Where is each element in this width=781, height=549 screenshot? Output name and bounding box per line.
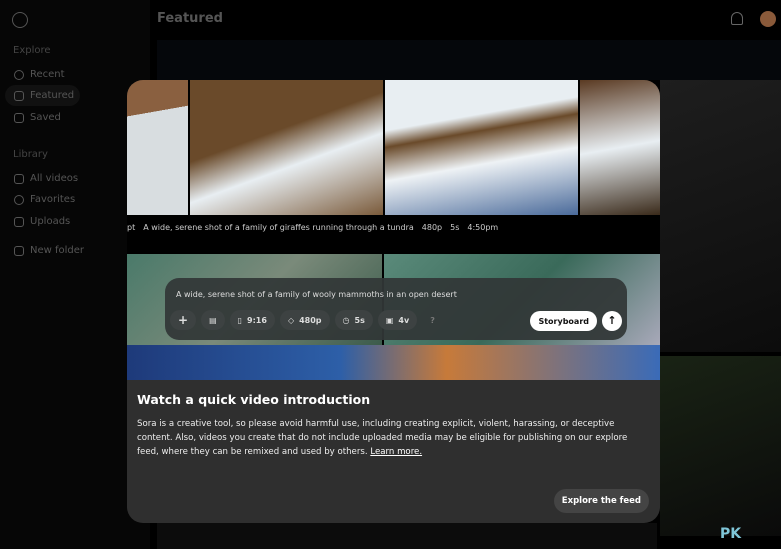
modal-body: Sora is a creative tool, so please avoid… bbox=[137, 417, 637, 459]
video-icon bbox=[14, 173, 24, 184]
video-thumbnail bbox=[385, 80, 578, 215]
feed-tile[interactable] bbox=[157, 40, 781, 80]
video-preview: pt A wide, serene shot of a family of gir… bbox=[127, 80, 660, 380]
caption-time: 4:50pm bbox=[467, 223, 499, 232]
sidebar-item-label: All videos bbox=[30, 173, 79, 184]
aspect-label: 9:16 bbox=[247, 315, 267, 325]
variations-icon: ▣ bbox=[385, 315, 394, 325]
sidebar-item-label: Recent bbox=[30, 69, 65, 80]
resolution-label: 480p bbox=[299, 315, 322, 325]
logo-icon[interactable] bbox=[12, 12, 28, 28]
sidebar-item-uploads[interactable]: Uploads bbox=[5, 211, 80, 232]
add-button[interactable]: + bbox=[170, 310, 197, 330]
sidebar-item-label: Featured bbox=[30, 90, 75, 101]
feed-tile[interactable] bbox=[660, 80, 781, 352]
caption-resolution: 480p bbox=[421, 223, 443, 232]
modal-title: Watch a quick video introduction bbox=[137, 392, 371, 407]
feed-tile[interactable] bbox=[660, 356, 781, 536]
sidebar-item-label: Uploads bbox=[30, 216, 71, 227]
sidebar-item-recent[interactable]: Recent bbox=[5, 64, 80, 85]
sidebar-item-all-videos[interactable]: All videos bbox=[5, 168, 80, 189]
variations-label: 4v bbox=[398, 315, 410, 325]
document-icon: ▤ bbox=[209, 315, 217, 325]
explore-feed-button[interactable]: Explore the feed bbox=[553, 489, 649, 513]
storyboard-button[interactable]: Storyboard bbox=[530, 311, 597, 331]
intro-modal: pt A wide, serene shot of a family of gir… bbox=[127, 80, 660, 523]
duration-button[interactable]: ◷ 5s bbox=[334, 310, 373, 330]
explore-heading: Explore bbox=[13, 45, 51, 56]
duration-label: 5s bbox=[354, 315, 365, 325]
library-heading: Library bbox=[13, 149, 48, 160]
video-thumbnail bbox=[190, 80, 383, 215]
prompt-bar[interactable]: A wide, serene shot of a family of wooly… bbox=[165, 278, 627, 340]
feed-tile[interactable] bbox=[157, 523, 657, 549]
sidebar-item-saved[interactable]: Saved bbox=[5, 107, 80, 128]
star-icon bbox=[14, 90, 24, 101]
resolution-button[interactable]: ◇ 480p bbox=[279, 310, 330, 330]
new-folder-label: New folder bbox=[30, 245, 85, 256]
caption-text: A wide, serene shot of a family of giraf… bbox=[143, 223, 414, 232]
upload-icon bbox=[14, 216, 24, 227]
prompt-input[interactable]: A wide, serene shot of a family of wooly… bbox=[176, 290, 457, 299]
bell-icon[interactable] bbox=[731, 12, 743, 25]
bookmark-icon bbox=[14, 112, 24, 123]
caption-prefix: pt bbox=[127, 223, 136, 232]
aspect-ratio-button[interactable]: ▯ 9:16 bbox=[229, 310, 275, 330]
video-thumbnail bbox=[580, 80, 660, 215]
video-thumbnail bbox=[127, 80, 188, 215]
video-thumbnail bbox=[127, 345, 660, 380]
video-caption: pt A wide, serene shot of a family of gir… bbox=[127, 223, 506, 232]
clock-icon: ◷ bbox=[342, 315, 350, 325]
sidebar-item-label: Favorites bbox=[30, 194, 76, 205]
sidebar-item-featured[interactable]: Featured bbox=[5, 85, 80, 106]
help-icon: ? bbox=[430, 315, 435, 325]
learn-more-link[interactable]: Learn more. bbox=[370, 447, 422, 457]
avatar[interactable] bbox=[760, 11, 776, 27]
preset-button[interactable]: ▤ bbox=[201, 310, 225, 330]
caption-duration: 5s bbox=[450, 223, 460, 232]
folder-plus-icon bbox=[14, 245, 24, 256]
send-button[interactable]: ↑ bbox=[602, 311, 622, 331]
watermark-logo: PK bbox=[720, 526, 742, 542]
new-folder-button[interactable]: New folder bbox=[5, 240, 95, 261]
sidebar-item-favorites[interactable]: Favorites bbox=[5, 189, 80, 210]
variations-button[interactable]: ▣ 4v bbox=[377, 310, 418, 330]
heart-icon bbox=[14, 194, 24, 205]
play-circle-icon bbox=[14, 69, 24, 80]
help-button[interactable]: ? bbox=[422, 310, 443, 330]
diamond-icon: ◇ bbox=[287, 315, 295, 325]
phone-icon: ▯ bbox=[237, 315, 243, 325]
sidebar-item-label: Saved bbox=[30, 112, 61, 123]
page-title: Featured bbox=[157, 11, 223, 26]
plus-icon: + bbox=[178, 313, 189, 327]
